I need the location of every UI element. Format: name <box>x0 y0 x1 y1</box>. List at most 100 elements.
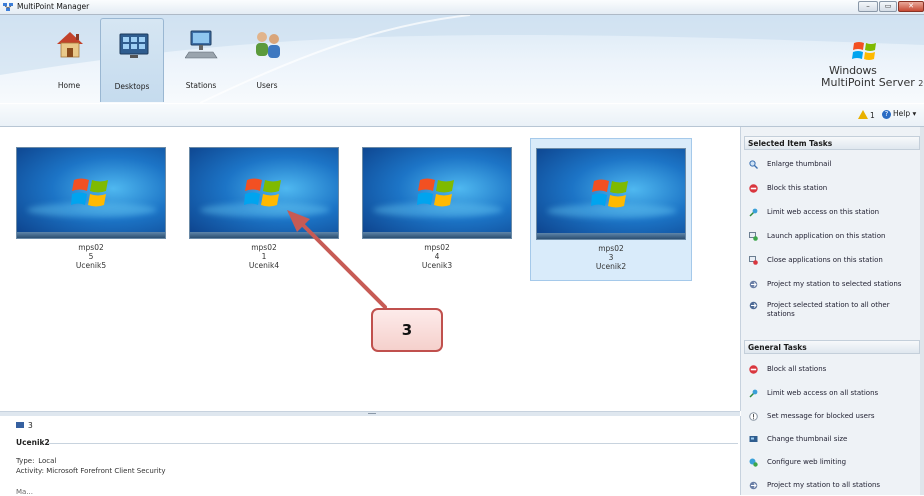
station-thumbnail[interactable]: mps02 5 Ucenik5 <box>10 138 172 270</box>
desktop-preview <box>16 147 166 239</box>
alert-count: 1 <box>870 111 875 120</box>
desktop-preview <box>189 147 339 239</box>
windows-logo-icon <box>852 42 876 60</box>
station-icon <box>16 422 24 428</box>
tasks-pane: Selected Item Tasks Enlarge thumbnail Bl… <box>741 127 924 495</box>
project-all-icon <box>749 301 758 310</box>
tab-home-label: Home <box>57 81 81 90</box>
ribbon: Home Desktops Stations Users Windows Mul… <box>0 15 924 103</box>
help-label: Help <box>893 109 911 118</box>
type-label: Type: <box>16 457 35 465</box>
task-label: Block all stations <box>767 365 827 373</box>
tool-strip: 1 ? Help ▾ <box>0 104 924 127</box>
tab-desktops-label: Desktops <box>114 82 150 91</box>
maximize-button[interactable]: ▭ <box>879 1 897 12</box>
web-limit-icon <box>749 389 758 398</box>
minimize-button[interactable]: – <box>858 1 878 12</box>
house-icon <box>57 32 83 58</box>
minimize-icon: – <box>866 2 870 10</box>
web-limit-icon <box>749 208 758 217</box>
help-icon: ? <box>882 110 891 119</box>
desktops-view: mps02 5 Ucenik5 mps02 1 Ucenik4 mps02 4 … <box>0 127 741 411</box>
details-activity-row: Activity: Microsoft Forefront Client Sec… <box>16 467 166 475</box>
product-brand: Windows MultiPoint Server 201 <box>794 39 924 99</box>
brand-product-name: MultiPoint Server <box>821 76 915 89</box>
thumbnail-station-number: 3 <box>608 253 614 262</box>
task-label: Limit web access on all stations <box>767 389 879 397</box>
task-label: Close applications on this station <box>767 256 883 264</box>
maximize-icon: ▭ <box>884 2 892 10</box>
details-user: Ucenik2 <box>16 438 50 447</box>
tab-users-label: Users <box>256 81 278 90</box>
task-label: Block this station <box>767 184 828 192</box>
windows-logo-icon <box>591 179 628 208</box>
task-label: Set message for blocked users <box>767 412 875 420</box>
thumbnail-host: mps02 <box>424 243 450 252</box>
thumbnail-user: Ucenik5 <box>75 261 107 270</box>
thumbnail-host: mps02 <box>251 243 277 252</box>
windows-logo-icon <box>244 178 281 207</box>
thumbnail-user: Ucenik4 <box>248 261 280 270</box>
details-type-row: Type: Local <box>16 457 56 465</box>
selected-tasks-header[interactable]: Selected Item Tasks <box>744 136 920 150</box>
task-label: Enlarge thumbnail <box>767 160 832 168</box>
details-pane: 3 Ucenik2 Type: Local Activity: Microsof… <box>0 416 741 496</box>
tab-desktops[interactable]: Desktops <box>100 18 164 102</box>
tab-users[interactable]: Users <box>235 18 299 102</box>
close-app-icon <box>749 256 758 265</box>
block-icon <box>749 365 758 374</box>
tasks-scrollbar[interactable] <box>920 127 924 495</box>
windows-logo-icon <box>71 178 108 207</box>
tab-home[interactable]: Home <box>37 18 101 102</box>
tab-stations[interactable]: Stations <box>169 18 233 102</box>
magnifier-icon <box>749 160 758 169</box>
launch-app-icon <box>749 232 758 241</box>
window-title: MultiPoint Manager <box>17 2 90 11</box>
stations-icon <box>185 30 218 59</box>
desktop-preview <box>362 147 512 239</box>
block-icon <box>749 184 758 193</box>
task-label: Project selected station to all other st… <box>767 301 890 318</box>
project-icon <box>749 280 758 289</box>
thumbnail-station-number: 4 <box>434 252 440 261</box>
desktops-icon <box>119 33 149 58</box>
title-bar: MultiPoint Manager – ▭ ✕ <box>0 0 924 15</box>
station-thumbnail-selected[interactable]: mps02 3 Ucenik2 <box>530 138 692 281</box>
alerts-button[interactable]: 1 <box>858 110 875 120</box>
chevron-down-icon: ▾ <box>912 109 917 118</box>
station-thumbnail[interactable]: mps02 1 Ucenik4 <box>183 138 345 270</box>
task-label: Project my station to all stations <box>767 481 881 489</box>
task-label: Project my station to selected stations <box>767 280 902 288</box>
web-config-icon <box>749 458 758 467</box>
brand-version: 201 <box>918 79 924 88</box>
message-icon <box>749 412 758 421</box>
thumbnail-host: mps02 <box>78 243 104 252</box>
type-value: Local <box>38 457 57 465</box>
task-label: Change thumbnail size <box>767 435 848 443</box>
app-icon <box>3 3 13 11</box>
brand-line2: MultiPoint Server 201 <box>821 76 924 89</box>
general-tasks-header[interactable]: General Tasks <box>744 340 920 354</box>
close-button[interactable]: ✕ <box>898 1 924 12</box>
tab-stations-label: Stations <box>185 81 217 90</box>
windows-logo-icon <box>417 178 454 207</box>
thumbnail-size-icon <box>749 436 758 442</box>
warning-icon <box>858 110 868 119</box>
details-station: 3 <box>16 421 33 430</box>
station-thumbnail[interactable]: mps02 4 Ucenik3 <box>356 138 518 270</box>
task-label: Launch application on this station <box>767 232 886 240</box>
thumbnail-user: Ucenik2 <box>595 262 627 271</box>
project-icon <box>749 481 758 490</box>
help-menu[interactable]: ? Help ▾ <box>882 109 916 119</box>
task-label: Configure web limiting <box>767 458 847 466</box>
thumbnail-station-number: 1 <box>261 252 267 261</box>
task-label: Limit web access on this station <box>767 208 880 216</box>
users-icon <box>256 32 280 58</box>
step-callout: 3 <box>371 308 443 352</box>
divider <box>48 443 738 444</box>
details-station-number: 3 <box>28 421 33 430</box>
thumbnail-host: mps02 <box>598 244 624 253</box>
thumbnail-user: Ucenik3 <box>421 261 453 270</box>
activity-label: Activity: <box>16 467 45 475</box>
close-icon: ✕ <box>908 2 914 10</box>
